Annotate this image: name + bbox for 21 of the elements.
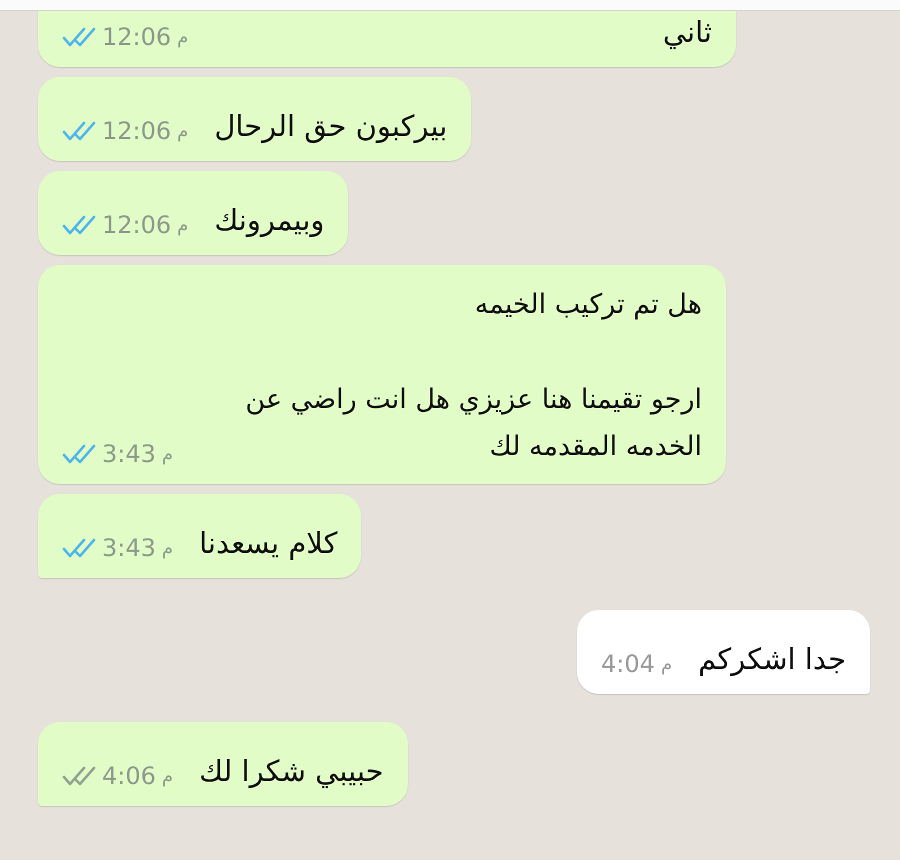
message-text: هل تم تركيب الخيمه ارجو تقيمنا هنا عزيزي هل انت راضي عن الخدمه المقدمه لك xyxy=(244,288,702,464)
time-period: م xyxy=(177,214,188,236)
message-time: 3:43 xyxy=(102,534,156,562)
message-text: كلام يسعدنا xyxy=(199,524,338,562)
message-time: 4:06 xyxy=(102,762,156,790)
time-period: م xyxy=(162,766,174,786)
message-time: 4:04 xyxy=(601,650,655,678)
message-text: ثاني xyxy=(662,14,712,52)
message-time: 12:06 xyxy=(102,211,172,239)
message-time: 3:43 xyxy=(102,440,156,468)
message-time: 12:06 xyxy=(102,23,172,51)
message-time: 12:06 xyxy=(102,117,172,145)
message-text: وبيمرونك xyxy=(214,202,324,240)
time-period: م xyxy=(660,654,672,674)
time-period: م xyxy=(162,444,174,464)
time-period: م xyxy=(162,538,174,558)
message-text: جدا اشكركم xyxy=(698,640,846,678)
message-text: بيركبون حق الرحال xyxy=(214,108,448,146)
message-text: حبيبي شكرا لك xyxy=(199,752,384,790)
time-period: م xyxy=(177,120,188,142)
time-period: م xyxy=(177,26,188,48)
